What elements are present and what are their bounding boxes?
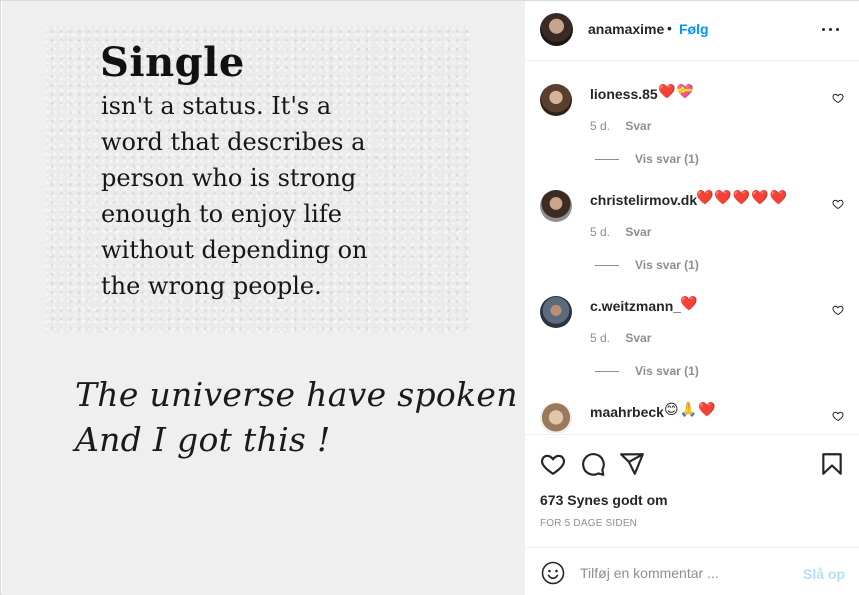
like-comment-heart-icon[interactable]: [832, 92, 844, 104]
commenter-username[interactable]: maahrbeck: [590, 404, 664, 420]
quote-title: Single: [100, 39, 245, 86]
comment-age: 5 d.: [590, 119, 611, 133]
likes-count[interactable]: 673 Synes godt om: [540, 492, 668, 508]
quote-line: the wrong people.: [101, 272, 322, 300]
view-replies-button[interactable]: Vis svar (1): [595, 364, 699, 378]
comment-item: c.weitzmann_ ❤️ 5 d. Svar Vis svar (1): [525, 274, 859, 380]
post-image[interactable]: Single isn't a status. It's a word that …: [2, 1, 524, 595]
comment-meta: 5 d. Svar: [590, 225, 663, 239]
commenter-username[interactable]: c.weitzmann_: [590, 298, 681, 314]
post-header: anamaxime • Følg: [525, 1, 859, 61]
comments-list[interactable]: lioness.85 ❤️💝 5 d. Svar Vis svar (1) ch…: [525, 62, 859, 433]
like-comment-heart-icon[interactable]: [832, 410, 844, 422]
quote-card: Single isn't a status. It's a word that …: [46, 26, 470, 333]
post-comment-button[interactable]: Slå op: [803, 566, 845, 582]
commenter-avatar[interactable]: [540, 296, 572, 328]
smiley-icon[interactable]: [541, 561, 565, 585]
follow-button[interactable]: Følg: [679, 21, 709, 37]
comment-item: maahrbeck 😊🙏❤️: [525, 380, 859, 433]
comment-age: 5 d.: [590, 331, 611, 345]
commenter-avatar[interactable]: [540, 84, 572, 116]
quote-line: person who is strong: [101, 164, 357, 192]
quote-line: word that describes a: [101, 128, 366, 156]
author-avatar[interactable]: [540, 13, 573, 46]
share-icon[interactable]: [619, 451, 645, 477]
comment-text: 😊🙏❤️: [664, 402, 717, 418]
comment-item: lioness.85 ❤️💝 5 d. Svar Vis svar (1): [525, 62, 859, 168]
like-comment-heart-icon[interactable]: [832, 198, 844, 210]
comment-age: 5 d.: [590, 225, 611, 239]
comment-icon[interactable]: [580, 451, 606, 477]
quote-line: enough to enjoy life: [101, 200, 342, 228]
heart-icon[interactable]: [540, 451, 566, 477]
image-caption-line: And I got this !: [75, 420, 331, 459]
quote-line: isn't a status. It's a: [101, 92, 332, 120]
add-comment-bar: Slå op: [525, 547, 859, 595]
commenter-username[interactable]: christelirmov.dk: [590, 192, 697, 208]
comment-input[interactable]: [580, 560, 790, 586]
post-sidebar: anamaxime • Følg lioness.85 ❤️💝 5 d. Sva…: [524, 1, 859, 595]
post-actions: 673 Synes godt om FOR 5 DAGE SIDEN: [525, 434, 859, 547]
comment-text: ❤️💝: [658, 84, 695, 100]
quote-line: without depending on: [101, 236, 368, 264]
bookmark-icon[interactable]: [819, 451, 845, 477]
comment-text: ❤️: [680, 296, 699, 312]
image-caption-line: The universe have spoken: [75, 375, 518, 414]
author-username[interactable]: anamaxime: [588, 21, 664, 37]
reply-button[interactable]: Svar: [625, 225, 651, 239]
more-options-icon[interactable]: [821, 19, 841, 39]
commenter-avatar[interactable]: [540, 190, 572, 222]
quote-body: isn't a status. It's a word that describ…: [101, 88, 461, 304]
like-comment-heart-icon[interactable]: [832, 304, 844, 316]
commenter-username[interactable]: lioness.85: [590, 86, 658, 102]
view-replies-button[interactable]: Vis svar (1): [595, 258, 699, 272]
comment-meta: 5 d. Svar: [590, 331, 663, 345]
comment-item: christelirmov.dk ❤️❤️❤️❤️❤️ 5 d. Svar Vi…: [525, 168, 859, 274]
comment-meta: 5 d. Svar: [590, 119, 663, 133]
post-timestamp: FOR 5 DAGE SIDEN: [540, 518, 638, 529]
commenter-avatar[interactable]: [540, 402, 572, 433]
separator-dot: •: [667, 20, 672, 36]
reply-button[interactable]: Svar: [625, 331, 651, 345]
comment-text: ❤️❤️❤️❤️❤️: [696, 190, 789, 206]
view-replies-button[interactable]: Vis svar (1): [595, 152, 699, 166]
reply-button[interactable]: Svar: [625, 119, 651, 133]
post-dialog: Single isn't a status. It's a word that …: [0, 0, 859, 595]
